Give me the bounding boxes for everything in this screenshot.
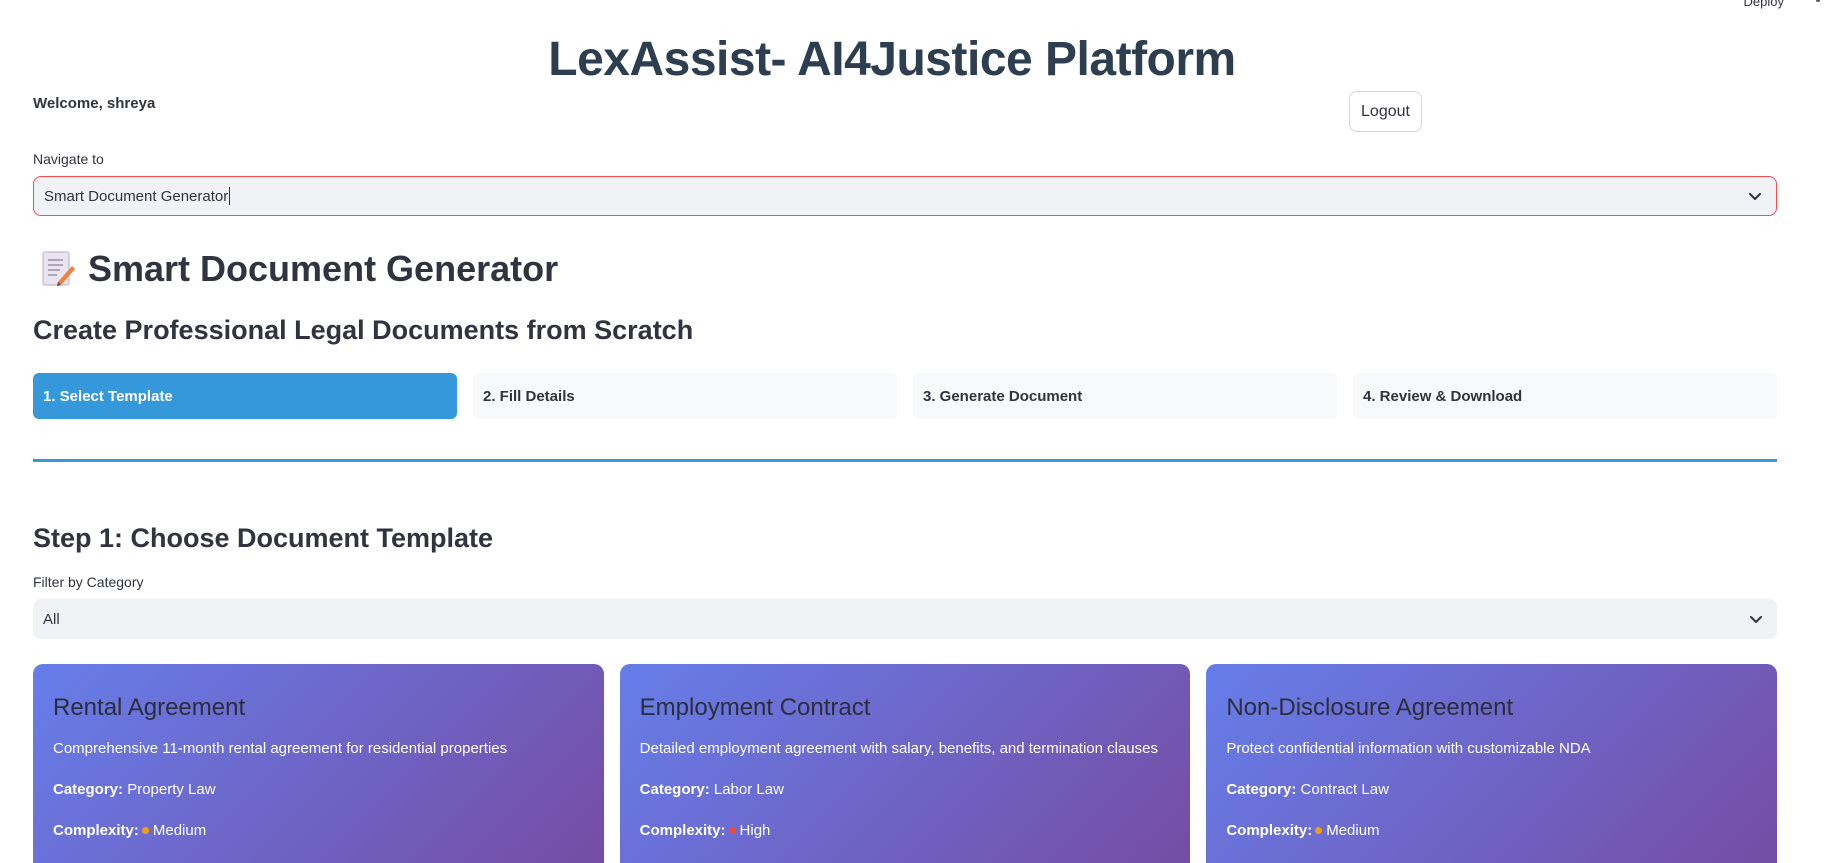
complexity-label: Complexity: [1226,822,1313,839]
template-card-non-disclosure-agreement[interactable]: Non-Disclosure Agreement Protect confide… [1206,664,1778,863]
step-tab-generate-document[interactable]: 3. Generate Document [913,373,1337,419]
complexity-dot-icon [1315,827,1323,835]
category-label: Category: [1226,781,1297,798]
template-complexity: Complexity: Medium [1226,822,1757,839]
step-tab-fill-details[interactable]: 2. Fill Details [473,373,897,419]
navigate-select[interactable]: Smart Document Generator [33,176,1777,216]
template-card-rental-agreement[interactable]: Rental Agreement Comprehensive 11-month … [33,664,604,863]
page-title: Smart Document Generator [88,248,559,289]
category-value: Property Law [127,781,216,798]
page-heading: Smart Document Generator [40,248,558,290]
template-name: Non-Disclosure Agreement [1226,694,1514,721]
step-tab-review-download[interactable]: 4. Review & Download [1353,373,1777,419]
chevron-down-icon[interactable] [1748,189,1762,203]
complexity-dot-icon [141,827,149,835]
template-cards: Rental Agreement Comprehensive 11-month … [33,664,1778,863]
template-description: Comprehensive 11-month rental agreement … [53,740,508,757]
navigate-select-value: Smart Document Generator [44,187,229,205]
complexity-value: High [739,822,771,839]
filter-category-select[interactable]: All [33,599,1777,639]
welcome-text: Welcome, shreya [33,95,156,112]
filter-category-label: Filter by Category [33,574,144,590]
template-description: Detailed employment agreement with salar… [639,740,1158,757]
template-category: Category: Labor Law [640,781,1171,798]
filter-category-value: All [43,610,60,628]
category-label: Category: [639,781,710,798]
step1-title: Step 1: Choose Document Template [33,523,494,553]
step-tab-select-template[interactable]: 1. Select Template [33,373,457,419]
step-tabs: 1. Select Template 2. Fill Details 3. Ge… [33,373,1777,419]
navigate-label: Navigate to [33,151,104,167]
chevron-down-icon[interactable] [1749,612,1763,626]
template-card-employment-contract[interactable]: Employment Contract Detailed employment … [619,664,1191,863]
complexity-dot-icon [728,827,736,835]
category-value: Labor Law [713,781,784,798]
template-name: Rental Agreement [53,694,246,721]
deploy-button[interactable]: Deploy [1744,0,1784,9]
category-label: Category: [53,781,124,798]
complexity-value: Medium [152,822,207,839]
text-caret [229,187,231,205]
complexity-label: Complexity: [639,822,726,839]
app-title: LexAssist- AI4Justice Platform [548,33,1236,86]
template-complexity: Complexity: Medium [53,822,584,839]
page-subtitle: Create Professional Legal Documents from… [33,315,694,345]
complexity-value: Medium [1326,822,1380,839]
category-value: Contract Law [1300,781,1389,798]
memo-icon [42,251,75,286]
template-category: Category: Contract Law [1226,781,1757,798]
template-complexity: Complexity: High [640,822,1171,839]
template-description: Protect confidential information with cu… [1226,740,1591,757]
progress-divider [33,459,1777,462]
complexity-label: Complexity: [53,822,139,839]
main-menu-icon[interactable] [1816,0,1820,2]
template-name: Employment Contract [639,694,871,721]
logout-button[interactable]: Logout [1349,91,1422,132]
template-category: Category: Property Law [53,781,584,798]
